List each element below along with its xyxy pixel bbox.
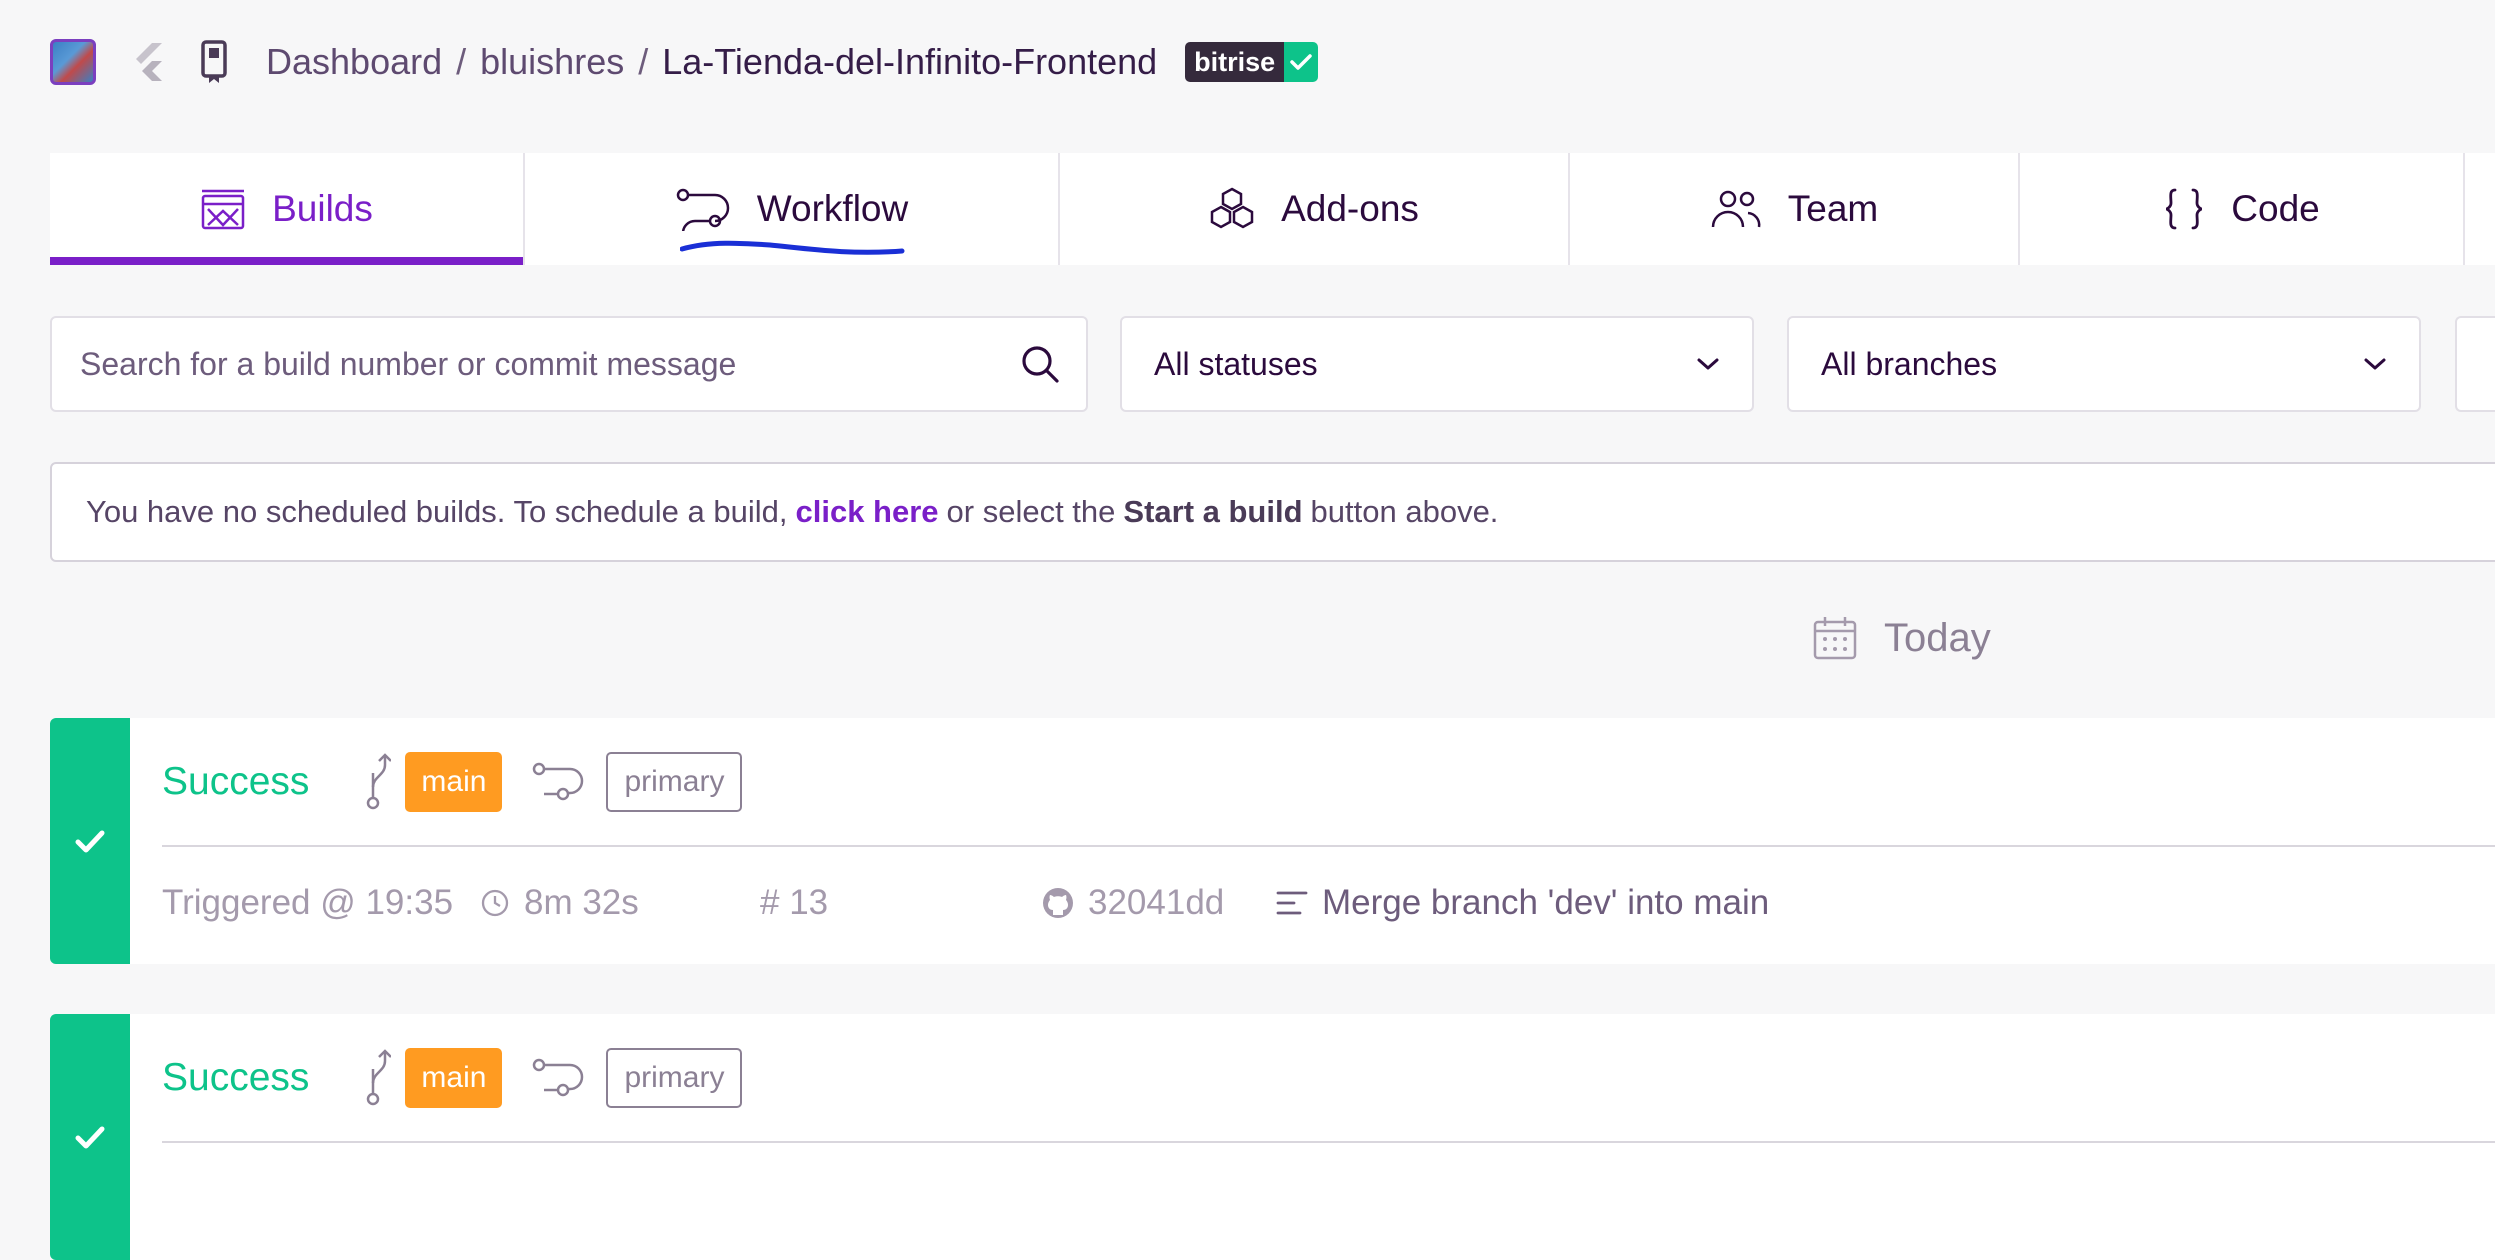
tab-addons[interactable]: Add-ons <box>1060 153 1570 265</box>
tab-label: Workflow <box>756 188 909 229</box>
workflow-badge[interactable]: primary <box>606 1048 743 1108</box>
breadcrumb-app: La-Tienda-del-Infinito-Frontend <box>662 41 1158 82</box>
code-icon <box>2163 187 2205 231</box>
branch-select[interactable]: All branches <box>1787 316 2421 412</box>
check-icon <box>1284 42 1319 82</box>
workflow-icon <box>532 762 586 802</box>
build-status: Success <box>162 760 310 803</box>
builds-icon <box>200 187 246 231</box>
workflow-icon <box>532 1058 586 1098</box>
status-badge[interactable]: bitrise <box>1185 42 1319 82</box>
build-header: Success main primary <box>162 750 743 814</box>
branch-badge[interactable]: main <box>405 752 503 812</box>
build-details: Triggered @ 19:35 8m 32s # 13 32041dd Me… <box>162 873 2462 933</box>
build-duration-group: 8m 32s <box>480 873 639 933</box>
header: Dashboard / bluishres / La-Tienda-del-In… <box>50 36 1319 88</box>
tab-label: Add-ons <box>1281 188 1419 229</box>
build-triggered: Triggered @ 19:35 <box>162 883 454 922</box>
search-field[interactable] <box>50 316 1088 412</box>
status-bar <box>50 1014 130 1260</box>
breadcrumb-separator: / <box>456 41 467 82</box>
branch-select-value: All branches <box>1821 345 1998 382</box>
chevron-down-icon <box>2363 357 2387 371</box>
tab-team[interactable]: Team <box>1570 153 2020 265</box>
divider <box>162 1141 2495 1143</box>
breadcrumb-dashboard[interactable]: Dashboard <box>266 41 442 83</box>
chevron-down-icon <box>1696 357 1720 371</box>
flutter-icon <box>130 41 166 83</box>
tab-label: Builds <box>272 188 373 229</box>
date-group-header: Today <box>1812 615 1991 661</box>
badge-label: bitrise <box>1185 42 1285 82</box>
calendar-icon <box>1812 615 1858 661</box>
tab-builds[interactable]: Builds <box>50 153 525 265</box>
workflow-badge[interactable]: primary <box>606 752 743 812</box>
branch-icon <box>365 1049 392 1107</box>
build-card[interactable]: Success main primary Triggered @ 19:35 8… <box>50 718 2495 964</box>
addons-icon <box>1209 187 1255 231</box>
workflow-select[interactable] <box>2455 316 2495 412</box>
team-icon <box>1710 189 1762 229</box>
build-commit-hash: 32041dd <box>1088 883 1225 922</box>
notice-middle: or select the <box>946 494 1116 529</box>
workflow-icon <box>675 187 731 231</box>
build-status: Success <box>162 1056 310 1099</box>
annotation-underline <box>680 240 905 255</box>
start-build-label: Start a build <box>1123 494 1303 529</box>
search-input[interactable] <box>78 344 1020 384</box>
app-avatar[interactable] <box>50 39 96 85</box>
github-icon <box>1042 887 1088 919</box>
build-number: # 13 <box>760 883 829 922</box>
tab-bar: Builds Workflow Add-ons Team Code <box>50 153 2495 265</box>
scheduled-builds-notice: You have no scheduled builds. To schedul… <box>50 462 2495 562</box>
clock-icon <box>480 888 524 918</box>
build-commit-message: Merge branch 'dev' into main <box>1322 883 1770 922</box>
breadcrumb: Dashboard / bluishres / La-Tienda-del-In… <box>266 41 1157 83</box>
tab-code[interactable]: Code <box>2020 153 2465 265</box>
status-bar <box>50 718 130 964</box>
breadcrumb-separator: / <box>638 41 649 82</box>
build-card[interactable]: Success main primary <box>50 1014 2495 1260</box>
check-icon <box>75 829 105 853</box>
build-commit-group[interactable]: 32041dd <box>1042 873 1224 933</box>
commit-message-icon <box>1276 890 1322 916</box>
build-duration: 8m 32s <box>524 883 639 922</box>
status-select-value: All statuses <box>1154 345 1318 382</box>
build-message-group: Merge branch 'dev' into main <box>1276 873 1769 933</box>
divider <box>162 845 2495 847</box>
date-group-label: Today <box>1884 615 1991 660</box>
branch-badge[interactable]: main <box>405 1048 503 1108</box>
build-header: Success main primary <box>162 1046 743 1110</box>
tab-label: Code <box>2231 188 2320 229</box>
tab-label: Team <box>1787 188 1879 229</box>
search-icon[interactable] <box>1020 344 1060 384</box>
notice-prefix: You have no scheduled builds. To schedul… <box>86 494 788 529</box>
status-select[interactable]: All statuses <box>1120 316 1754 412</box>
check-icon <box>75 1125 105 1149</box>
branch-icon <box>365 753 392 811</box>
breadcrumb-owner[interactable]: bluishres <box>480 41 624 83</box>
notice-suffix: button above. <box>1310 494 1499 529</box>
device-icon <box>200 40 228 84</box>
schedule-link[interactable]: click here <box>795 494 938 530</box>
